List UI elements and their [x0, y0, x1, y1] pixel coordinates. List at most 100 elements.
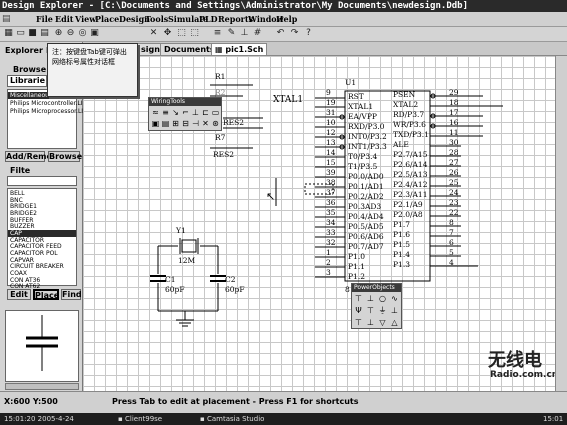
menu-pld[interactable]: PLD [199, 14, 218, 24]
component-item[interactable]: COAX [10, 270, 27, 277]
pcb-layout-icon[interactable]: ⊣ [191, 119, 200, 128]
directive-icon[interactable]: ⊛ [211, 119, 220, 128]
power-signal-gnd-icon[interactable]: ⊤ [354, 318, 363, 327]
cap1-ref[interactable]: C1 [165, 276, 176, 284]
add-remove-button[interactable]: Add/Remove [5, 151, 63, 162]
component-item[interactable]: BRIDGE1 [10, 203, 37, 210]
task-client99se[interactable]: ▪ Client99se [118, 414, 162, 424]
chip-pin-number: 7 [449, 228, 454, 237]
grid-icon[interactable]: # [252, 28, 263, 39]
zoom-area-icon[interactable]: ▣ [89, 28, 100, 39]
zoom-out-icon[interactable]: ⊖ [65, 28, 76, 39]
power-minus-icon[interactable]: ▽ [378, 318, 387, 327]
menu-edit[interactable]: Edit [55, 14, 73, 24]
preview-scrollbar[interactable] [5, 383, 79, 390]
cross-probe-icon[interactable]: ✕ [148, 28, 159, 39]
wiring-tools-icon[interactable]: ≡ [212, 28, 223, 39]
junction-icon[interactable]: ⊞ [171, 119, 180, 128]
bus-icon[interactable]: ≡ [161, 108, 170, 117]
resistor-ref-r3[interactable]: RES2 [223, 119, 244, 127]
redo-icon[interactable]: ↷ [289, 28, 300, 39]
chip-pin-name: XTAL1 [348, 102, 374, 111]
menu-file[interactable]: File [36, 14, 53, 24]
chip-pin-number: 25 [449, 178, 459, 187]
power-wave-icon[interactable]: ∿ [390, 294, 399, 303]
open-icon[interactable]: ▭ [15, 28, 26, 39]
power-earth-icon[interactable]: ⊥ [390, 306, 399, 315]
power-vcc-icon[interactable]: Ψ [354, 306, 363, 315]
component-item[interactable]: BUZZER [10, 223, 35, 230]
menu-help[interactable]: Help [276, 14, 297, 24]
sheet-symbol-icon[interactable]: ▭ [211, 108, 220, 117]
resistor-ref-r1[interactable]: R1 [215, 73, 225, 81]
component-item[interactable]: BRIDGE2 [10, 210, 37, 217]
power-circle-icon[interactable]: ○ [378, 294, 387, 303]
chip-pin-name: P2.1/A9 [393, 200, 423, 209]
undo-icon[interactable]: ↶ [275, 28, 286, 39]
print-icon[interactable]: ▤ [39, 28, 50, 39]
power-plus-icon[interactable]: △ [390, 318, 399, 327]
power-port-icon[interactable]: ⊥ [191, 108, 200, 117]
power-objects-icon[interactable]: ⊥ [239, 28, 250, 39]
chip-pin-number: 23 [449, 198, 459, 207]
component-list[interactable]: BELL BNC BRIDGE1 BRIDGE2 BUFFER BUZZER C… [7, 188, 77, 290]
window-title: Design Explorer - [C:\Documents and Sett… [2, 1, 468, 11]
tab-explorer[interactable]: Explorer [5, 46, 43, 55]
component-item-selected[interactable]: CAP [10, 230, 22, 237]
filter-input[interactable] [7, 176, 77, 186]
wiring-tools-palette[interactable]: WiringTools ≈ ≡ ↘ ⌐ ⊥ ⊏ ▭ ▣ ▤ ⊞ ⊟ ⊣ ✕ ⊛ [148, 97, 222, 131]
power-tee-icon[interactable]: ⊤ [366, 306, 375, 315]
port-icon[interactable]: ▤ [161, 119, 170, 128]
bus-entry-icon[interactable]: ↘ [171, 108, 180, 117]
resistor-ref-r2[interactable]: R2 [215, 89, 225, 97]
tab-documents[interactable]: Documents [160, 43, 219, 55]
sheet-entry-icon[interactable]: ▣ [151, 119, 160, 128]
edit-button[interactable]: Edit [7, 289, 31, 300]
net-label-icon[interactable]: ⌐ [181, 108, 190, 117]
wire-icon[interactable]: ≈ [151, 108, 160, 117]
move-icon[interactable]: ✥ [162, 28, 173, 39]
help-icon[interactable]: ? [303, 28, 314, 39]
library-type-select[interactable]: Librarie [7, 75, 47, 87]
library-list[interactable]: Miscellaneous Devices.lib Philips Microc… [7, 89, 87, 149]
power-bar-icon[interactable]: ⊥ [366, 294, 375, 303]
menu-tools[interactable]: Tools [145, 14, 168, 24]
resistor-ref-r7[interactable]: R7 [215, 134, 225, 142]
place-button[interactable]: Place [33, 289, 59, 300]
taskbar: 15:01:20 2005-4-24 ▪ Client99se ▪ Camtas… [0, 413, 567, 425]
net-label-xtal1[interactable]: XTAL1 [273, 96, 303, 105]
power-arrow-icon[interactable]: ⊤ [354, 294, 363, 303]
library-item[interactable]: Philips Microcontroller.LIB [10, 100, 87, 107]
select-icon[interactable]: ⬚ [176, 28, 187, 39]
chip-ref[interactable]: U1 [345, 79, 356, 87]
menu-place[interactable]: Place [95, 14, 119, 24]
library-item[interactable]: Philips Microprocessor.LIB [10, 108, 87, 115]
crystal-ref[interactable]: Y1 [176, 227, 186, 235]
cap2-ref[interactable]: C2 [225, 276, 236, 284]
drawing-tools-icon[interactable]: ✎ [226, 28, 237, 39]
explorer-icon[interactable]: ▦ [3, 28, 14, 39]
tab-pic1-sch[interactable]: ▦ pic1.Sch [211, 43, 268, 55]
power-down-icon[interactable]: ⊥ [366, 318, 375, 327]
zoom-fit-icon[interactable]: ◎ [77, 28, 88, 39]
deselect-icon[interactable]: ⬚ [189, 28, 200, 39]
task-camtasia[interactable]: ▪ Camtasia Studio [200, 414, 264, 424]
cross-icon[interactable]: ✕ [201, 119, 210, 128]
menu-view[interactable]: View [75, 14, 96, 24]
power-gnd-icon[interactable]: ⏚ [378, 306, 387, 315]
save-icon[interactable]: ■ [27, 28, 38, 39]
vertical-scrollbar[interactable] [555, 56, 567, 391]
part-icon[interactable]: ⊏ [201, 108, 210, 117]
chip-pin-number: 39 [326, 168, 336, 177]
component-item[interactable]: CAPACITOR POL [10, 250, 58, 257]
chip-pin-name: P0.4/AD4 [348, 212, 384, 221]
app-menu-icon[interactable]: ▤ [2, 14, 11, 24]
browse-button[interactable]: Browse [48, 151, 82, 162]
zoom-in-icon[interactable]: ⊕ [53, 28, 64, 39]
component-item[interactable]: CIRCUIT BREAKER [10, 263, 64, 270]
find-button[interactable]: Find [61, 289, 82, 300]
power-objects-palette[interactable]: PowerObjects ⊤ ⊥ ○ ∿ Ψ ⊤ ⏚ ⊥ ⊤ ⊥ ▽ △ [351, 283, 402, 329]
component-item[interactable]: CAPACITOR FEED [10, 243, 62, 250]
no-erc-icon[interactable]: ⊟ [181, 119, 190, 128]
component-item[interactable]: BELL [10, 190, 25, 197]
